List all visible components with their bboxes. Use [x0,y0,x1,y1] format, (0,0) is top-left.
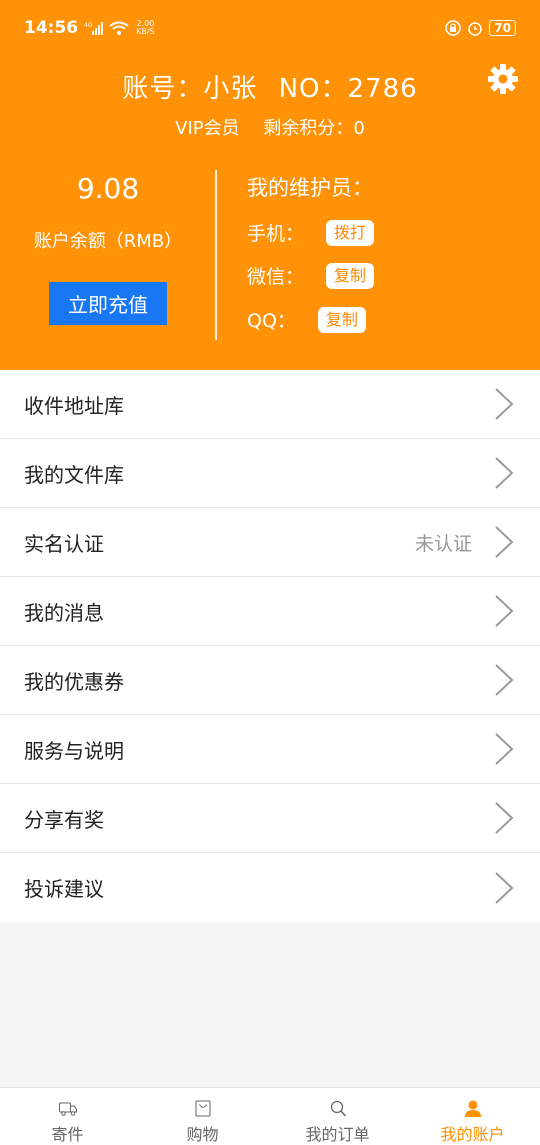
signal-icon: 4G [84,22,104,35]
tab-label: 寄件 [51,1125,84,1144]
truck-icon [58,1102,77,1116]
account-line: 账号：小张 NO：2786 [0,68,540,105]
maintainer-phone-row: 手机： 拨打 [247,219,375,246]
maintainer-qq-row: QQ： 复制 [247,306,366,333]
chevron-right-icon [495,802,514,834]
chevron-right-icon [495,664,514,696]
tab-label: 我的订单 [305,1125,370,1144]
menu-item-label: 我的消息 [24,600,104,625]
menu-item-share-rewards[interactable]: 分享有奖 [0,784,540,853]
chevron-right-icon [495,388,514,420]
menu-item-messages[interactable]: 我的消息 [0,577,540,646]
verification-status: 未认证 [414,532,472,555]
menu-item-complaints[interactable]: 投诉建议 [0,853,540,922]
menu-item-address-book[interactable]: 收件地址库 [0,370,540,439]
header-divider [215,170,217,340]
vip-line: VIP会员 剩余积分：0 [0,114,540,140]
wechat-label: 微信： [247,266,305,288]
lock-rotation-icon [445,20,462,36]
menu-item-file-library[interactable]: 我的文件库 [0,439,540,508]
menu-item-label: 我的文件库 [24,462,124,487]
status-time: 14:56 [24,18,79,38]
wifi-icon [109,21,129,35]
call-button[interactable]: 拨打 [326,219,375,246]
copy-qq-button[interactable]: 复制 [317,306,366,333]
copy-wechat-button[interactable]: 复制 [326,262,375,289]
menu-item-label: 服务与说明 [24,738,124,763]
tab-send[interactable]: 寄件 [0,1088,135,1145]
chevron-right-icon [495,526,514,558]
menu-item-label: 投诉建议 [24,877,104,901]
account-number: NO：2786 [278,74,418,104]
points-remaining: 剩余积分：0 [263,118,365,139]
chevron-right-icon [495,733,514,765]
tab-shopping[interactable]: 购物 [135,1088,270,1145]
menu-item-label: 收件地址库 [24,393,124,418]
phone-label: 手机： [247,223,305,245]
status-bar: 14:56 4G 2.00 KB/S 70 [0,0,540,56]
chevron-right-icon [495,595,514,627]
chevron-right-icon [495,871,514,904]
person-icon [464,1100,481,1117]
account-header: 14:56 4G 2.00 KB/S 70 账号：小张 NO：2786 VIP会… [0,0,540,370]
menu-item-real-name-verification[interactable]: 实名认证 未认证 [0,508,540,577]
battery-icon: 70 [489,20,516,36]
menu-item-label: 分享有奖 [24,807,104,832]
bottom-tab-bar: 寄件 购物 我的订单 我的账户 [0,1087,540,1145]
menu-item-label: 我的优惠券 [24,669,124,694]
alarm-icon [468,22,483,36]
account-menu: 收件地址库 我的文件库 实名认证 未认证 我的消息 我的优惠券 服务与说明 分享… [0,370,540,922]
tab-my-account[interactable]: 我的账户 [405,1088,540,1145]
tab-label: 我的账户 [440,1125,505,1144]
account-name: 账号：小张 [122,74,258,104]
recharge-button[interactable]: 立即充值 [49,282,167,325]
menu-item-service-info[interactable]: 服务与说明 [0,715,540,784]
bag-icon [195,1100,210,1117]
tab-my-orders[interactable]: 我的订单 [270,1088,405,1145]
balance-label: 账户余额（RMB） [33,231,183,252]
svg-text:4G: 4G [84,22,93,29]
balance-amount: 9.08 [76,172,140,205]
maintainer-wechat-row: 微信： 复制 [247,262,375,289]
tab-label: 购物 [186,1125,219,1144]
menu-item-coupons[interactable]: 我的优惠券 [0,646,540,715]
vip-badge: VIP会员 [175,118,240,139]
menu-item-label: 实名认证 [24,531,104,556]
chevron-right-icon [495,457,514,489]
network-speed: 2.00 KB/S [136,19,155,36]
maintainer-title: 我的维护员： [247,176,373,200]
search-icon [330,1100,346,1117]
qq-label: QQ： [247,310,296,332]
